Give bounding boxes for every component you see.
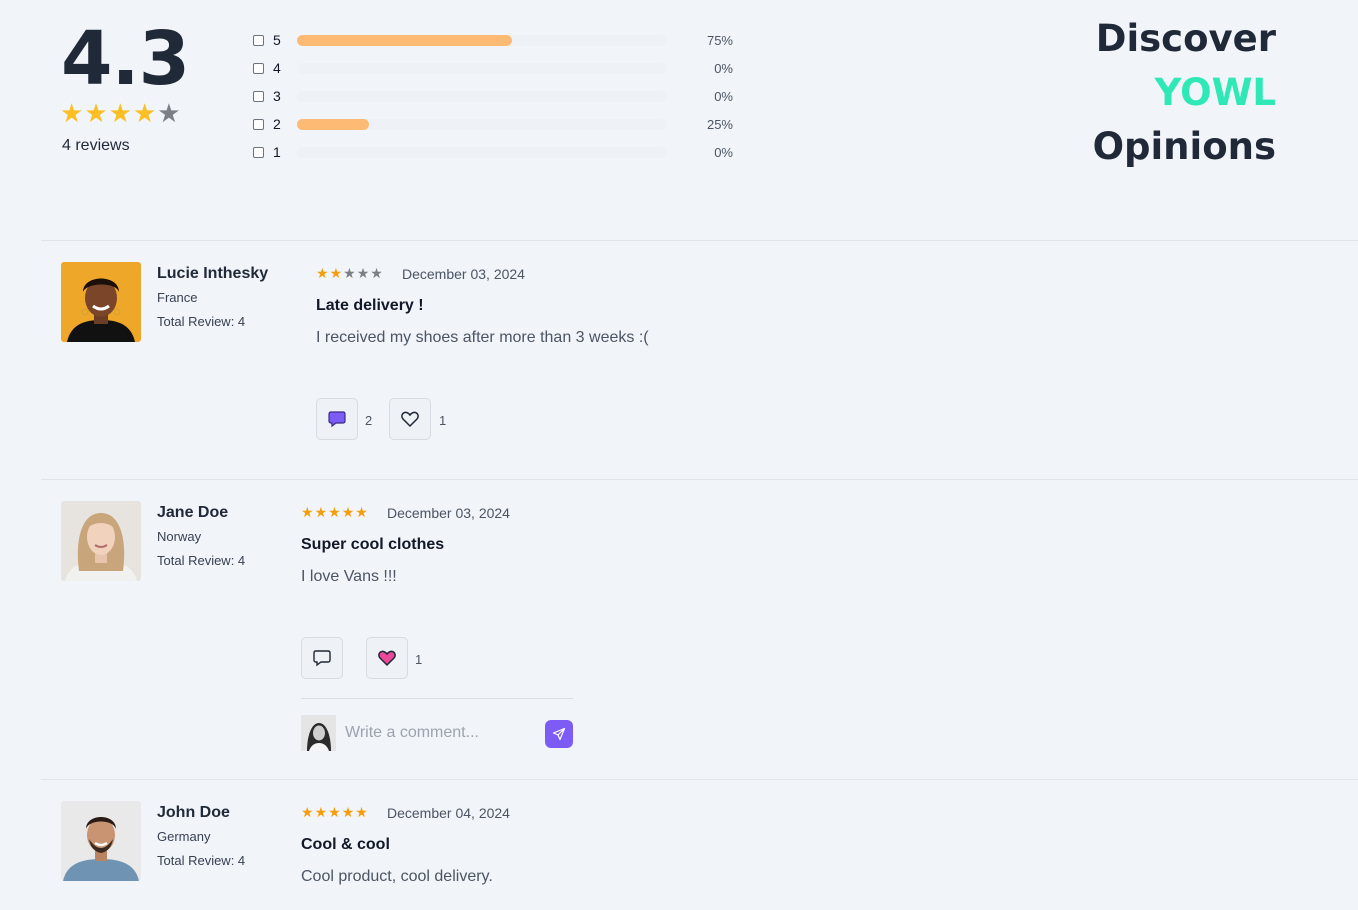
- filter-checkbox-1[interactable]: [253, 146, 264, 158]
- brand-line-opinions: Opinions: [1092, 125, 1276, 168]
- divider: [41, 240, 1358, 241]
- star-icon: ★: [341, 804, 355, 820]
- star-icon: ★: [355, 504, 368, 520]
- comment-icon: [313, 650, 331, 667]
- star-icon: ★: [316, 265, 329, 281]
- filter-checkbox-4[interactable]: [253, 62, 264, 74]
- comment-button[interactable]: [301, 637, 343, 679]
- distribution-label: 3: [273, 88, 281, 104]
- reviews-count: 4 reviews: [62, 137, 130, 154]
- heart-icon: [378, 650, 396, 667]
- avatar: [61, 801, 141, 881]
- review-body: I received my shoes after more than 3 we…: [316, 329, 649, 346]
- star-icon: ★: [108, 98, 132, 128]
- review-title: Cool & cool: [301, 836, 390, 853]
- star-icon: ★: [60, 98, 84, 128]
- review-date: December 03, 2024: [387, 505, 510, 521]
- review-rating: ★ ★ ★ ★ ★: [301, 805, 368, 819]
- star-icon: ★: [84, 98, 108, 128]
- brand-line-yowl: YOWL: [1154, 71, 1276, 114]
- star-icon: ★: [328, 504, 341, 520]
- distribution-bar-track: [297, 146, 667, 158]
- author-name: Jane Doe: [157, 504, 229, 521]
- distribution-row: 3 0%: [253, 82, 733, 110]
- avatar: [61, 501, 141, 581]
- filter-checkbox-2[interactable]: [253, 118, 264, 130]
- author-total-reviews: Total Review: 4: [157, 314, 246, 329]
- star-icon: ★: [314, 504, 328, 520]
- like-count: 1: [439, 413, 447, 428]
- distribution-bar-track: [297, 118, 667, 130]
- divider: [41, 479, 1358, 480]
- like-button[interactable]: [389, 398, 431, 440]
- brand-line-discover: Discover: [1095, 17, 1276, 60]
- comment-icon: [328, 411, 346, 428]
- divider: [41, 779, 1358, 780]
- distribution-label: 5: [273, 32, 281, 48]
- review-body: I love Vans !!!: [301, 568, 397, 585]
- star-icon: ★: [370, 265, 383, 281]
- distribution-percent: 25%: [706, 116, 733, 132]
- rating-distribution: 5 75% 4 0% 3 0% 2 25% 1 0%: [253, 26, 733, 166]
- review-body: Cool product, cool delivery.: [301, 868, 493, 885]
- author-country: France: [157, 290, 198, 305]
- distribution-bar-fill: [297, 34, 513, 46]
- review-title: Super cool clothes: [301, 536, 445, 553]
- author-name: John Doe: [157, 804, 230, 821]
- star-icon: ★: [301, 504, 314, 520]
- distribution-bar-track: [297, 34, 667, 46]
- send-comment-button[interactable]: [545, 720, 573, 748]
- star-icon: ★: [329, 265, 343, 281]
- heart-icon: [401, 411, 419, 428]
- distribution-row: 4 0%: [253, 54, 733, 82]
- distribution-label: 2: [273, 116, 281, 132]
- review-date: December 03, 2024: [402, 266, 525, 282]
- distribution-label: 4: [273, 60, 281, 76]
- distribution-percent: 0%: [714, 60, 733, 76]
- distribution-bar-track: [297, 62, 667, 74]
- filter-checkbox-3[interactable]: [253, 90, 264, 102]
- distribution-bar-track: [297, 90, 667, 102]
- author-total-reviews: Total Review: 4: [157, 553, 246, 568]
- review-date: December 04, 2024: [387, 805, 510, 821]
- distribution-bar-fill: [297, 118, 369, 130]
- filter-checkbox-5[interactable]: [253, 34, 264, 46]
- author-name: Lucie Inthesky: [157, 265, 269, 282]
- comment-form: [301, 698, 573, 751]
- star-icon: ★: [314, 804, 328, 820]
- distribution-row: 5 75%: [253, 26, 733, 54]
- author-country: Germany: [157, 829, 211, 844]
- review-rating: ★ ★ ★ ★ ★: [316, 266, 383, 280]
- average-score: 4.3: [61, 16, 190, 102]
- send-icon: [552, 727, 566, 741]
- avatar: [61, 262, 141, 342]
- comment-input[interactable]: [345, 721, 525, 745]
- like-count: 1: [415, 652, 423, 667]
- review-title: Late delivery !: [316, 297, 424, 314]
- brand-heading: Discover YOWL Opinions: [1093, 12, 1276, 174]
- star-icon: ★: [132, 98, 157, 128]
- current-user-avatar: [301, 715, 336, 751]
- comment-count: 2: [365, 413, 373, 428]
- rating-summary: 4.3 ★ ★ ★ ★ ★ 4 reviews 5 75% 4 0% 3 0% …: [0, 0, 1358, 240]
- star-icon: ★: [356, 265, 370, 281]
- star-icon: ★: [355, 804, 368, 820]
- distribution-percent: 0%: [714, 88, 733, 104]
- star-icon: ★: [328, 804, 341, 820]
- comment-button[interactable]: [316, 398, 358, 440]
- star-icon: ★: [157, 98, 181, 128]
- review-rating: ★ ★ ★ ★ ★: [301, 505, 368, 519]
- star-icon: ★: [301, 804, 314, 820]
- author-country: Norway: [157, 529, 202, 544]
- average-stars: ★ ★ ★ ★ ★: [60, 100, 181, 126]
- author-total-reviews: Total Review: 4: [157, 853, 246, 868]
- distribution-percent: 0%: [714, 144, 733, 160]
- like-button[interactable]: [366, 637, 408, 679]
- distribution-row: 1 0%: [253, 138, 733, 166]
- star-icon: ★: [343, 265, 356, 281]
- star-icon: ★: [341, 504, 355, 520]
- distribution-label: 1: [273, 144, 281, 160]
- distribution-row: 2 25%: [253, 110, 733, 138]
- distribution-percent: 75%: [706, 32, 733, 48]
